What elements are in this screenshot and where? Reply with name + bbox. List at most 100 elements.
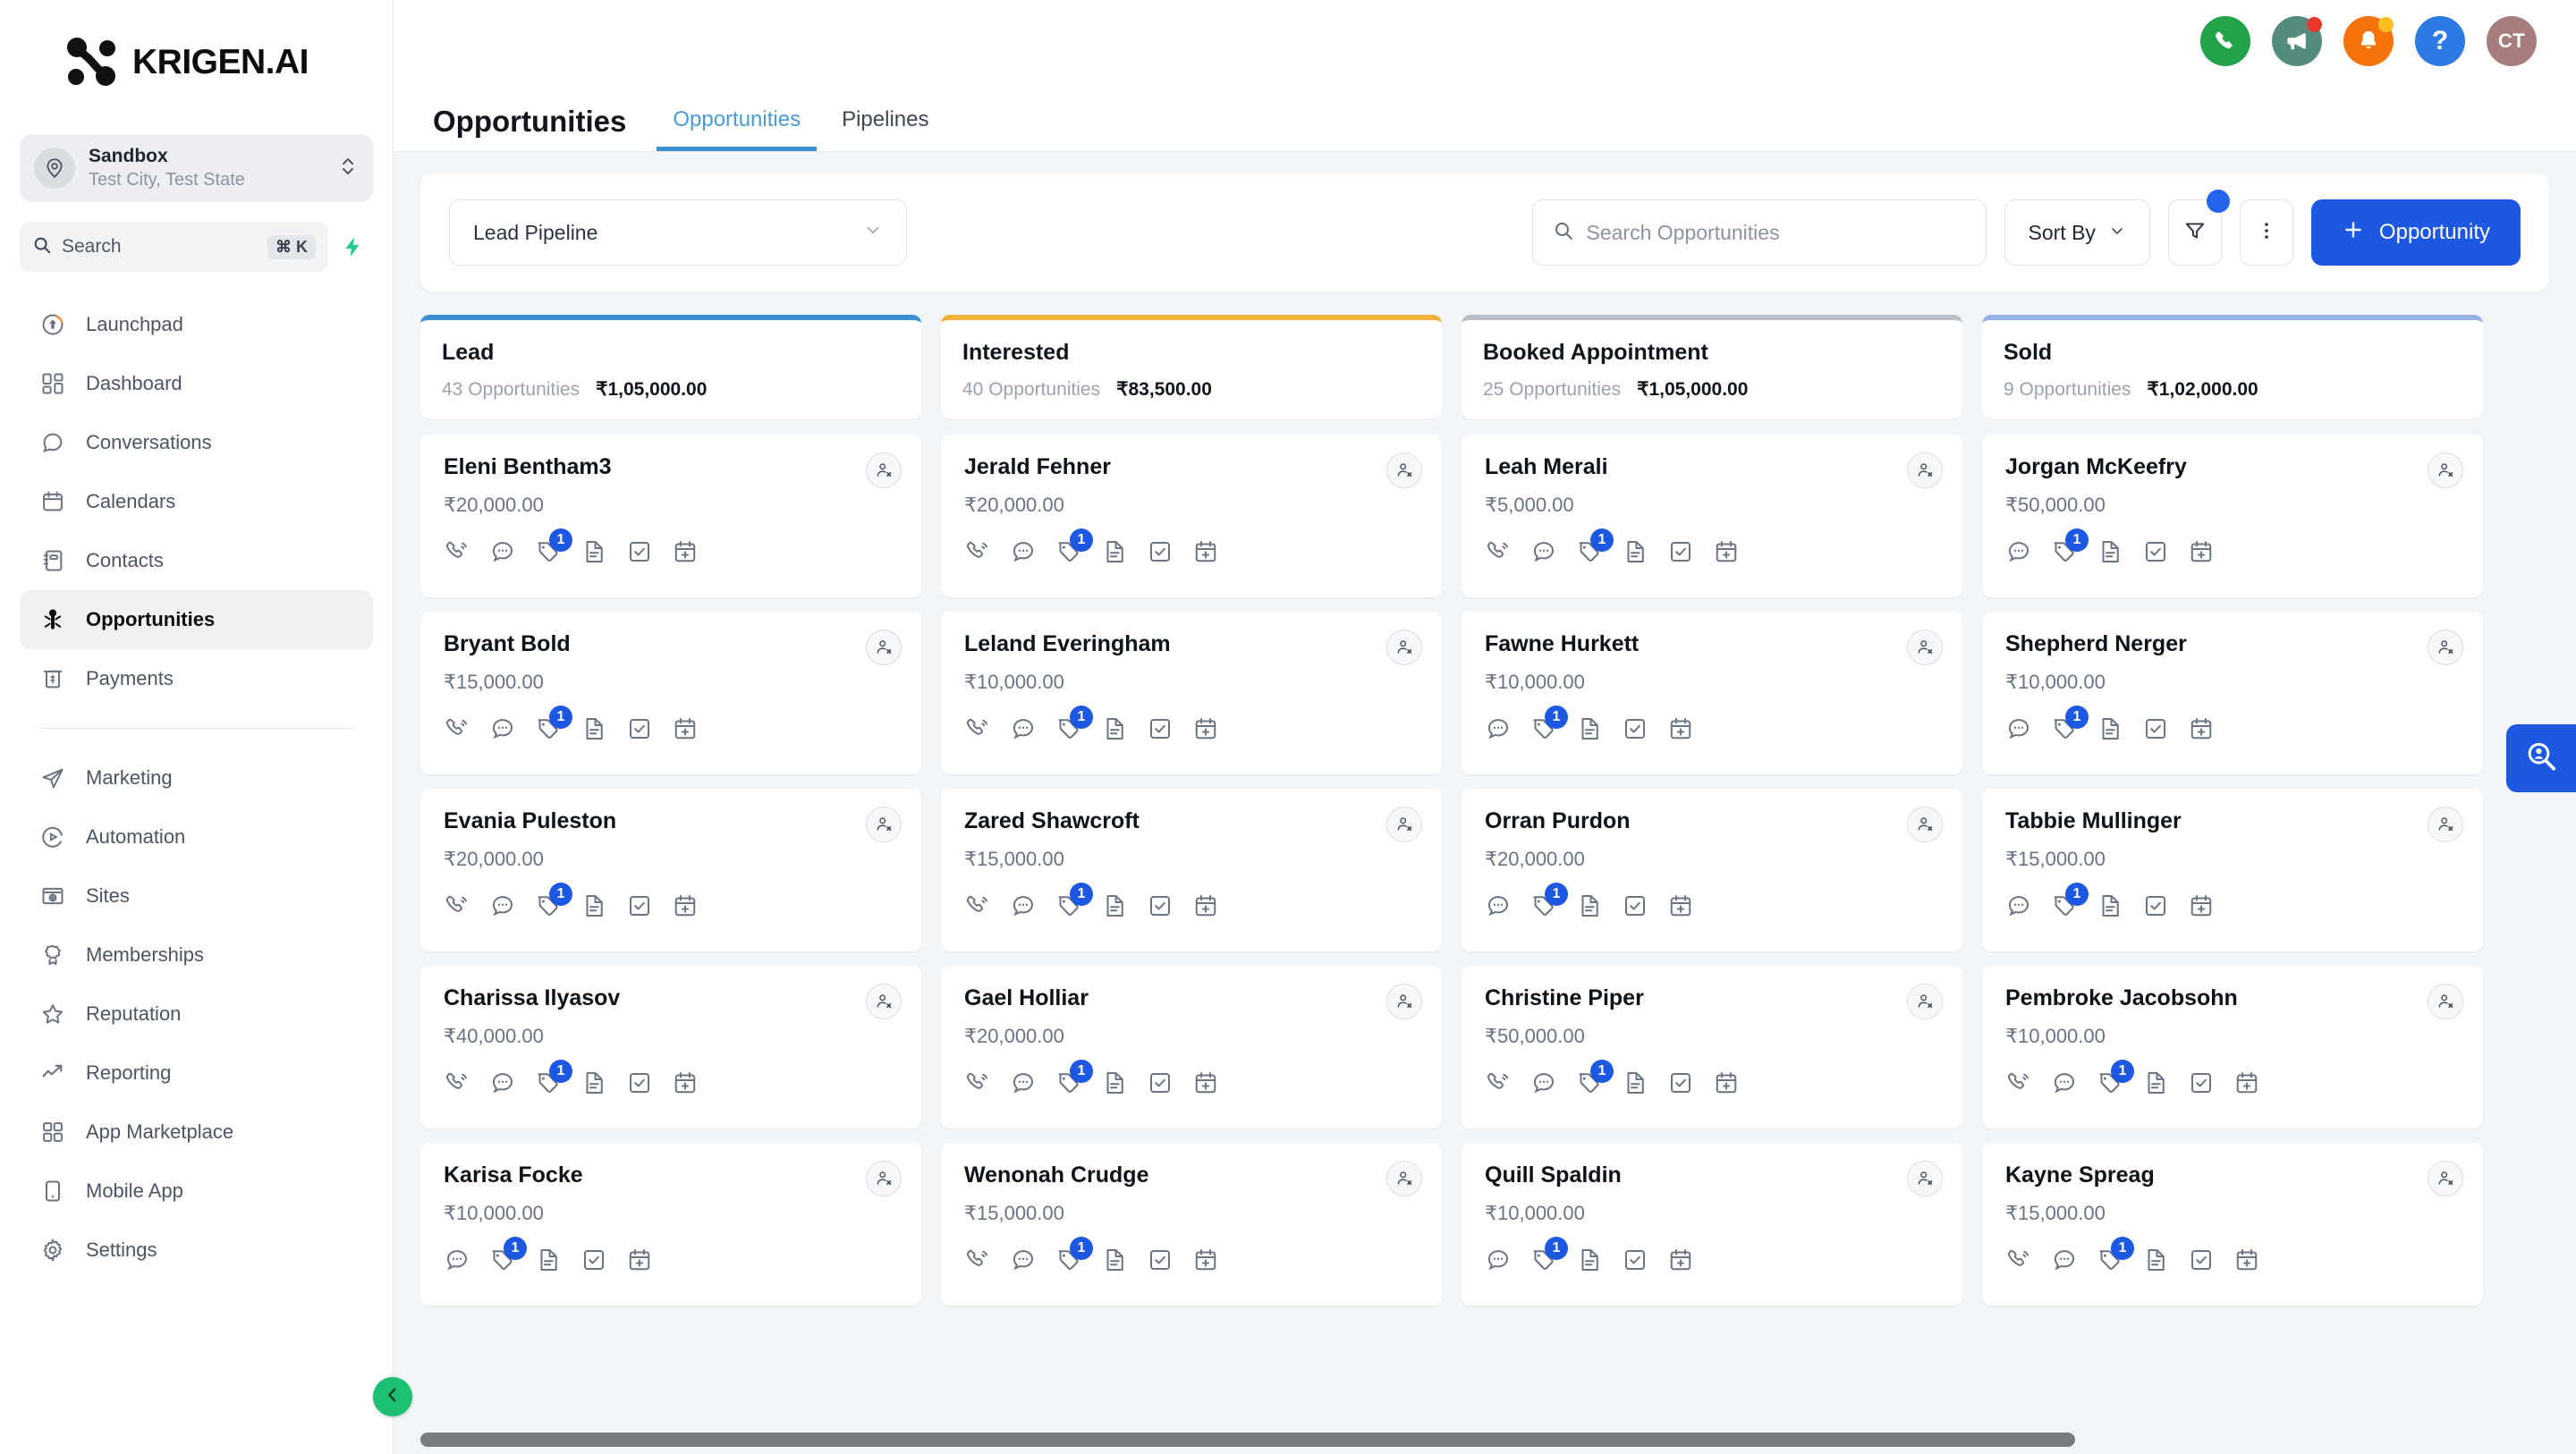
sms-chat-icon[interactable] <box>2005 538 2032 565</box>
bell-notification-icon[interactable] <box>2343 16 2394 66</box>
tab-pipelines[interactable]: Pipelines <box>826 107 945 151</box>
document-note-icon[interactable] <box>1101 715 1128 742</box>
opportunity-card[interactable]: Charissa Ilyasov ₹40,000.00 1 <box>420 966 921 1129</box>
sms-chat-icon[interactable] <box>489 1069 516 1096</box>
opportunity-card[interactable]: Leah Merali ₹5,000.00 1 <box>1462 435 1962 597</box>
user-remove-icon[interactable] <box>1386 984 1422 1019</box>
phone-call-icon[interactable] <box>1485 1069 1512 1096</box>
tag-icon[interactable]: 1 <box>1055 1237 1093 1273</box>
sidebar-item-app-marketplace[interactable]: App Marketplace <box>20 1103 373 1162</box>
more-options-button[interactable] <box>2239 199 2293 266</box>
calendar-add-icon[interactable] <box>1192 538 1219 565</box>
user-remove-icon[interactable] <box>1907 807 1943 842</box>
sidebar-item-conversations[interactable]: Conversations <box>20 413 373 472</box>
document-note-icon[interactable] <box>2142 1247 2169 1273</box>
pipeline-select[interactable]: Lead Pipeline <box>449 199 907 266</box>
document-note-icon[interactable] <box>2097 892 2123 919</box>
tag-icon[interactable]: 1 <box>535 528 572 565</box>
calendar-add-icon[interactable] <box>1192 892 1219 919</box>
phone-call-icon[interactable] <box>964 892 991 919</box>
sms-chat-icon[interactable] <box>1530 1069 1557 1096</box>
user-remove-icon[interactable] <box>866 984 902 1019</box>
opportunity-card[interactable]: Tabbie Mullinger ₹15,000.00 1 <box>1982 789 2483 951</box>
add-opportunity-button[interactable]: Opportunity <box>2310 199 2521 266</box>
tag-icon[interactable]: 1 <box>2097 1060 2134 1096</box>
calendar-add-icon[interactable] <box>672 892 699 919</box>
task-check-icon[interactable] <box>1667 1069 1694 1096</box>
sidebar-item-reporting[interactable]: Reporting <box>20 1044 373 1103</box>
task-check-icon[interactable] <box>1147 1247 1174 1273</box>
opportunity-card[interactable]: Evania Puleston ₹20,000.00 1 <box>420 789 921 951</box>
tag-icon[interactable]: 1 <box>2051 528 2089 565</box>
phone-call-icon[interactable] <box>2200 16 2250 66</box>
document-note-icon[interactable] <box>580 892 607 919</box>
user-remove-icon[interactable] <box>866 807 902 842</box>
document-note-icon[interactable] <box>1576 1247 1603 1273</box>
sidebar-item-dashboard[interactable]: Dashboard <box>20 354 373 413</box>
opportunity-card[interactable]: Quill Spaldin ₹10,000.00 1 <box>1462 1143 1962 1306</box>
calendar-add-icon[interactable] <box>1713 1069 1740 1096</box>
opportunity-card[interactable]: Orran Purdon ₹20,000.00 1 <box>1462 789 1962 951</box>
calendar-add-icon[interactable] <box>1713 538 1740 565</box>
calendar-add-icon[interactable] <box>672 538 699 565</box>
sidebar-item-payments[interactable]: Payments <box>20 649 373 708</box>
phone-call-icon[interactable] <box>444 1069 470 1096</box>
sidebar-item-marketing[interactable]: Marketing <box>20 748 373 807</box>
tag-icon[interactable]: 1 <box>535 706 572 742</box>
opportunity-card[interactable]: Kayne Spreag ₹15,000.00 1 <box>1982 1143 2483 1306</box>
calendar-add-icon[interactable] <box>1192 1247 1219 1273</box>
user-remove-icon[interactable] <box>2428 807 2463 842</box>
search-input[interactable]: Search ⌘ K <box>20 222 328 272</box>
task-check-icon[interactable] <box>1147 892 1174 919</box>
help-question-icon[interactable]: ? <box>2415 16 2465 66</box>
phone-call-icon[interactable] <box>1485 538 1512 565</box>
sidebar-item-reputation[interactable]: Reputation <box>20 985 373 1044</box>
sms-chat-icon[interactable] <box>1010 1247 1037 1273</box>
sidebar-item-memberships[interactable]: Memberships <box>20 926 373 985</box>
lightning-bolt-icon[interactable] <box>334 227 373 266</box>
sms-chat-icon[interactable] <box>1485 892 1512 919</box>
sms-chat-icon[interactable] <box>1010 1069 1037 1096</box>
sms-chat-icon[interactable] <box>489 892 516 919</box>
sms-chat-icon[interactable] <box>1485 715 1512 742</box>
opportunity-card[interactable]: Leland Everingham ₹10,000.00 1 <box>941 612 1442 774</box>
task-check-icon[interactable] <box>1622 892 1648 919</box>
sms-chat-icon[interactable] <box>489 715 516 742</box>
sidebar-item-mobile-app[interactable]: Mobile App <box>20 1162 373 1221</box>
sidebar-item-automation[interactable]: Automation <box>20 807 373 866</box>
user-remove-icon[interactable] <box>866 1161 902 1196</box>
task-check-icon[interactable] <box>2142 538 2169 565</box>
sidebar-item-opportunities[interactable]: Opportunities <box>20 590 373 649</box>
opportunity-card[interactable]: Bryant Bold ₹15,000.00 1 <box>420 612 921 774</box>
task-check-icon[interactable] <box>626 715 653 742</box>
task-check-icon[interactable] <box>1147 538 1174 565</box>
contact-lookup-fab[interactable] <box>2506 724 2576 792</box>
user-remove-icon[interactable] <box>2428 1161 2463 1196</box>
calendar-add-icon[interactable] <box>1192 715 1219 742</box>
sidebar-item-sites[interactable]: Sites <box>20 866 373 926</box>
tag-icon[interactable]: 1 <box>1055 883 1093 919</box>
document-note-icon[interactable] <box>1101 892 1128 919</box>
calendar-add-icon[interactable] <box>2188 715 2215 742</box>
task-check-icon[interactable] <box>626 1069 653 1096</box>
calendar-add-icon[interactable] <box>672 1069 699 1096</box>
sms-chat-icon[interactable] <box>444 1247 470 1273</box>
document-note-icon[interactable] <box>2142 1069 2169 1096</box>
sms-chat-icon[interactable] <box>1010 538 1037 565</box>
document-note-icon[interactable] <box>1101 1069 1128 1096</box>
calendar-add-icon[interactable] <box>1667 892 1694 919</box>
calendar-add-icon[interactable] <box>2188 538 2215 565</box>
brand-logo[interactable]: KRIGEN.AI <box>0 0 393 125</box>
user-remove-icon[interactable] <box>1907 984 1943 1019</box>
task-check-icon[interactable] <box>2142 715 2169 742</box>
phone-call-icon[interactable] <box>444 892 470 919</box>
task-check-icon[interactable] <box>2188 1247 2215 1273</box>
calendar-add-icon[interactable] <box>1667 715 1694 742</box>
phone-call-icon[interactable] <box>444 715 470 742</box>
sms-chat-icon[interactable] <box>1485 1247 1512 1273</box>
opportunity-card[interactable]: Karisa Focke ₹10,000.00 1 <box>420 1143 921 1306</box>
document-note-icon[interactable] <box>1622 1069 1648 1096</box>
sms-chat-icon[interactable] <box>2051 1247 2078 1273</box>
task-check-icon[interactable] <box>2188 1069 2215 1096</box>
sidebar-item-launchpad[interactable]: Launchpad <box>20 295 373 354</box>
